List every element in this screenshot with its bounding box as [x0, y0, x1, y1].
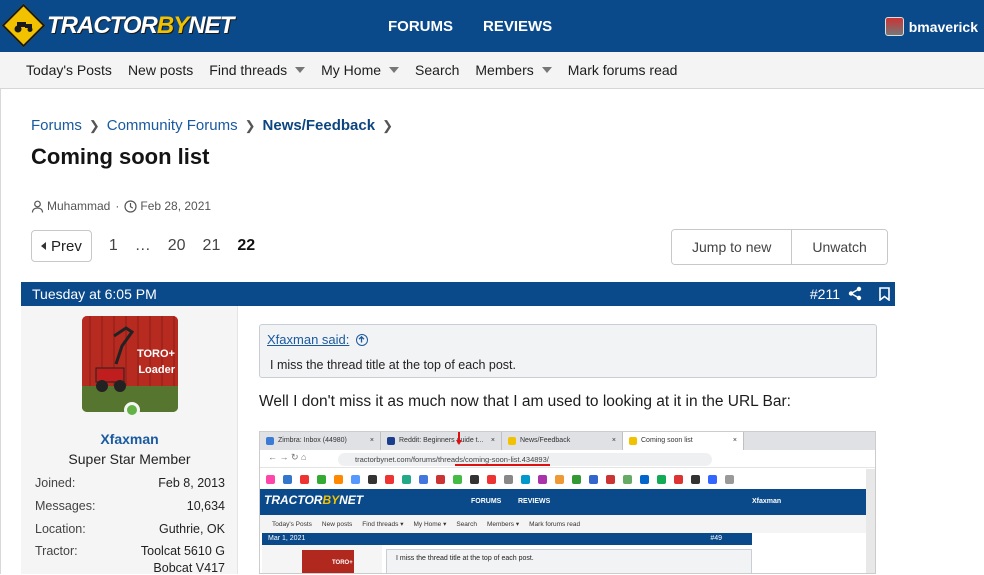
stat-tractor-2: Bobcat V417 [153, 561, 225, 575]
post-user-column: TORO+ Loader Xfaxman Super Star Member Jo… [21, 306, 238, 575]
screenshot-browser-tabs: Zimbra: Inbox (44980) × Reddit: Beginners… [260, 432, 875, 450]
chevron-down-icon [295, 67, 306, 73]
page-1[interactable]: 1 [109, 237, 118, 255]
screenshot-post-header: Mar 1, 2021 #49 [262, 533, 752, 545]
user-icon [31, 200, 44, 213]
thread-meta: Muhammad · Feb 28, 2021 [31, 199, 211, 213]
quote-text: I miss the thread title at the top of ea… [270, 358, 516, 372]
online-status-icon [124, 402, 140, 418]
screenshot-quote: I miss the thread title at the top of ea… [386, 549, 752, 573]
breadcrumb-community-forums[interactable]: Community Forums [107, 117, 238, 134]
page-20[interactable]: 20 [168, 237, 186, 255]
url-underline [455, 464, 550, 466]
subnav-my-home[interactable]: My Home [313, 52, 407, 89]
screenshot-tab: News/Feedback × [502, 432, 623, 450]
post-body: Well I don't miss it as much now that I … [259, 393, 791, 410]
quote-author[interactable]: Xfaxman said: [267, 332, 369, 347]
prev-button[interactable]: Prev [31, 230, 92, 262]
stat-tractor: Tractor: Toolcat 5610 G [35, 544, 225, 558]
page-22-current[interactable]: 22 [237, 237, 255, 255]
screenshot-subnav: Today's Posts New posts Find threads ▾ My H… [260, 515, 866, 533]
stat-location: Location: Guthrie, OK [35, 522, 225, 536]
clock-icon [124, 199, 137, 213]
share-icon[interactable] [848, 286, 862, 301]
subnav-todays-posts[interactable]: Today's Posts [18, 52, 120, 89]
subnav-new-posts[interactable]: New posts [120, 52, 201, 89]
screenshot-tab: Zimbra: Inbox (44980) × [260, 432, 381, 450]
logo-text: TRACTORBYNET [47, 12, 234, 39]
screenshot-scrollbar [866, 469, 875, 573]
post-header: Tuesday at 6:05 PM #211 [21, 282, 895, 306]
avatar [884, 17, 904, 36]
jump-to-new-button[interactable]: Jump to new [672, 230, 792, 264]
breadcrumb-news-feedback[interactable]: News/Feedback [263, 117, 376, 134]
screenshot-topbar: TRACTORBYNET FORUMS REVIEWS Xfaxman [260, 489, 866, 515]
chevron-left-icon [41, 242, 46, 250]
arrow-down-icon [456, 432, 462, 445]
thread-actions: Jump to new Unwatch [671, 229, 888, 265]
chevron-down-icon [389, 67, 400, 73]
subnav-search[interactable]: Search [407, 52, 467, 89]
page-border [0, 89, 1, 574]
bookmark-icon[interactable] [879, 287, 890, 301]
stat-joined: Joined: Feb 8, 2013 [35, 476, 225, 490]
breadcrumb-forums[interactable]: Forums [31, 117, 82, 134]
user-title: Super Star Member [68, 451, 191, 467]
tab-forums[interactable]: FORUMS [373, 0, 468, 52]
post-number[interactable]: #211 [810, 286, 840, 302]
site-logo[interactable]: TRACTORBYNET [1, 3, 234, 49]
post-username[interactable]: Xfaxman [21, 431, 238, 447]
user-menu[interactable]: bmaverick [884, 17, 978, 36]
user-avatar[interactable]: TORO+ Loader [82, 316, 178, 412]
breadcrumb: Forums ❯ Community Forums ❯ News/Feedbac… [31, 117, 400, 134]
main-nav: FORUMS REVIEWS [373, 0, 567, 52]
chevron-right-icon: ❯ [382, 117, 393, 133]
sub-nav: Today's Posts New posts Find threads My … [0, 52, 984, 89]
tractor-logo-icon [1, 3, 46, 48]
chevron-down-icon [541, 67, 552, 73]
subnav-members[interactable]: Members [467, 52, 559, 89]
pagination: Prev 1 … 20 21 22 [31, 230, 255, 262]
screenshot-tab: Coming soon list × [623, 432, 744, 450]
screenshot-bookmarks-bar [260, 469, 875, 489]
post-time[interactable]: Tuesday at 6:05 PM [32, 286, 157, 302]
page-title: Coming soon list [31, 144, 210, 169]
page-ellipsis[interactable]: … [135, 237, 151, 255]
screenshot-url-bar: ← → ↻ ⌂ tractorbynet.com/forums/threads/… [260, 450, 875, 468]
avatar-caption: TORO+ Loader [136, 348, 175, 376]
thread-author[interactable]: Muhammad [47, 199, 110, 213]
quote-block: Xfaxman said: I miss the thread title at… [259, 324, 877, 378]
thread-date[interactable]: Feb 28, 2021 [140, 199, 211, 213]
screenshot-tab: Reddit: Beginners guide t... × [381, 432, 502, 450]
attached-screenshot[interactable]: Zimbra: Inbox (44980) × Reddit: Beginners… [259, 431, 876, 574]
chevron-right-icon: ❯ [244, 117, 256, 133]
page-21[interactable]: 21 [203, 237, 221, 255]
chevron-right-icon: ❯ [88, 117, 100, 133]
subnav-mark-forums-read[interactable]: Mark forums read [560, 52, 686, 89]
top-bar: TRACTORBYNET FORUMS REVIEWS bmaverick [0, 0, 984, 52]
tab-reviews[interactable]: REVIEWS [468, 0, 567, 52]
subnav-find-threads[interactable]: Find threads [201, 52, 313, 89]
stat-messages: Messages: 10,634 [35, 499, 225, 513]
screenshot-user-col: TORO+ [262, 545, 382, 573]
arrow-up-circle-icon[interactable] [356, 333, 369, 346]
username: bmaverick [908, 18, 978, 35]
unwatch-button[interactable]: Unwatch [791, 230, 887, 264]
